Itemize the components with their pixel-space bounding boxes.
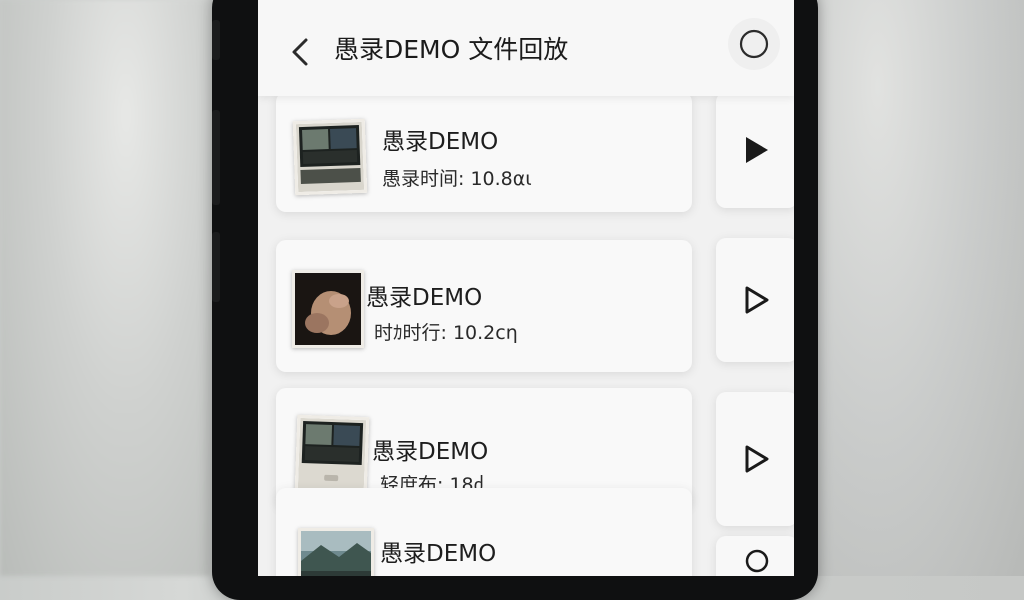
recording-title: 愚录DEMO	[382, 129, 499, 155]
recording-meta: 时ｶ时行: 10.2cη	[374, 322, 518, 344]
play-button[interactable]	[716, 238, 794, 362]
device-screen-thumbnail	[294, 414, 370, 496]
play-icon	[745, 286, 769, 314]
app-header: 愚录DEMO 文件回放	[258, 0, 794, 96]
phone-screen: 愚录DEMO 文件回放 愚录DEMO 愚录时间: 10.8αι 愚录DEMO 时…	[258, 0, 794, 576]
back-button[interactable]	[282, 30, 318, 74]
play-button[interactable]	[716, 92, 794, 208]
phone-power-button	[212, 232, 220, 302]
recording-card[interactable]: 愚录DEMO 时ｶ时行: 10.2cη	[276, 240, 692, 372]
chevron-left-icon	[292, 38, 308, 66]
recording-title: 愚录DEMO	[366, 285, 483, 311]
recording-title: 愚录DEMO	[372, 439, 489, 465]
background-left	[0, 0, 210, 576]
recording-card[interactable]: 愚录DEMO	[276, 488, 692, 576]
phone-volume-button	[212, 110, 220, 205]
circle-icon	[745, 549, 769, 573]
recording-meta: 愚录时间: 10.8αι	[382, 168, 532, 190]
page-title: 愚录DEMO 文件回放	[334, 35, 569, 64]
recording-card[interactable]: 愚录DEMO 愚录时间: 10.8αι	[276, 92, 692, 212]
recording-title: 愚录DEMO	[380, 541, 497, 567]
device-screen-thumbnail	[292, 118, 368, 196]
hand-photo-thumbnail	[292, 270, 364, 348]
background-right	[815, 0, 1024, 576]
landscape-photo-thumbnail	[298, 528, 374, 576]
play-button[interactable]	[716, 392, 794, 526]
play-icon	[746, 137, 768, 163]
menu-button[interactable]	[728, 18, 780, 70]
circle-icon	[739, 29, 769, 59]
play-icon	[745, 445, 769, 473]
play-button[interactable]	[716, 536, 794, 576]
phone-side-button	[212, 20, 220, 60]
